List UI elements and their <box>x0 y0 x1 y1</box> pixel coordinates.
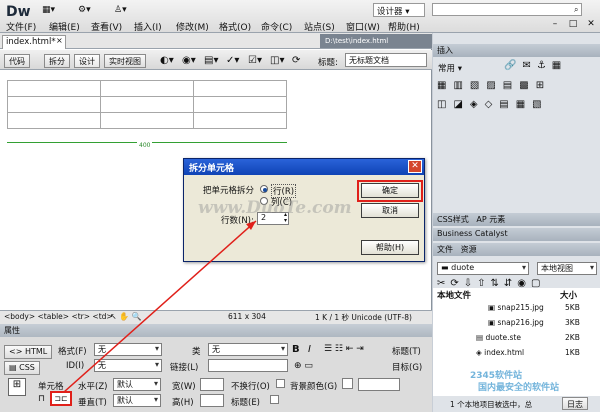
arrow-line <box>63 220 257 393</box>
annotation-arrow <box>63 220 257 393</box>
